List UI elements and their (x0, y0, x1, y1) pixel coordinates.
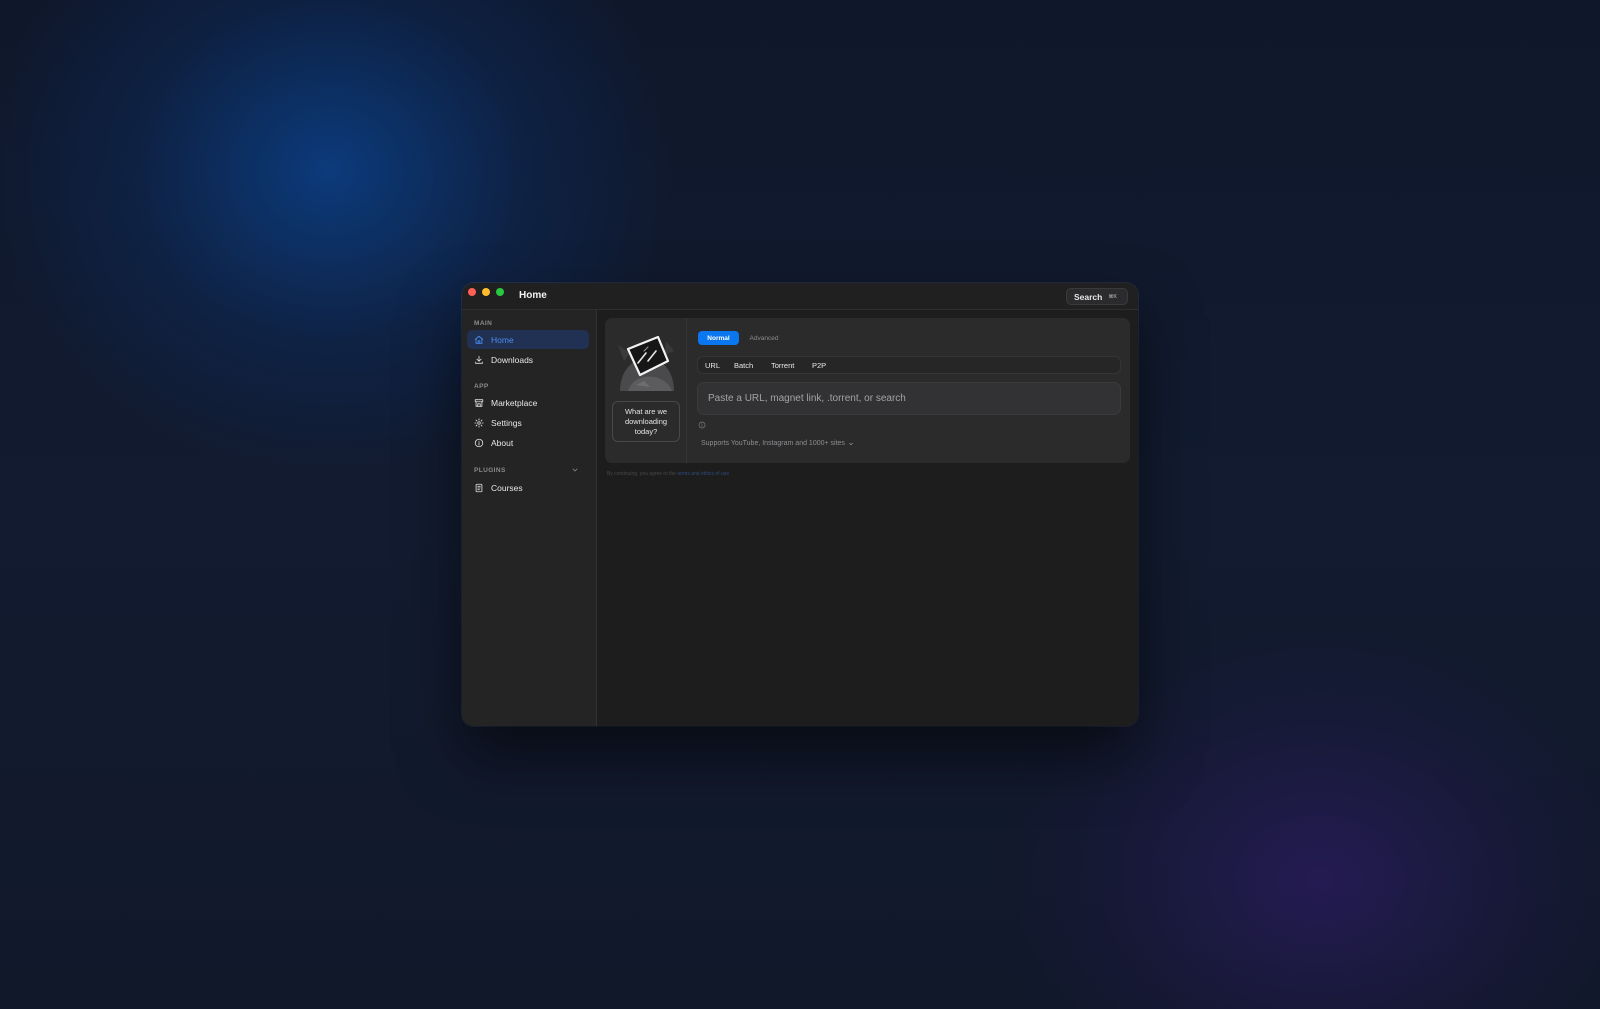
store-icon (474, 398, 484, 407)
search-shortcut-hint: ⌘K (1108, 293, 1117, 300)
title-bar: Home Search ⌘K (462, 283, 1138, 310)
app-window: Home Search ⌘K MAIN Home Downloads APP M… (462, 283, 1138, 726)
sidebar-item-courses[interactable]: Courses (467, 478, 589, 497)
gear-icon (474, 417, 484, 428)
tab-torrent[interactable]: Torrent (771, 361, 794, 370)
mode-normal-button[interactable]: Normal (698, 331, 739, 345)
url-input[interactable] (697, 382, 1121, 415)
mascot-illustration (614, 331, 678, 395)
tab-batch[interactable]: Batch (734, 361, 753, 370)
sidebar-item-label: Home (491, 334, 514, 345)
terms-notice-text: By continuing, you agree to the (607, 471, 676, 477)
window-title: Home (519, 290, 547, 301)
minimize-window-button[interactable] (482, 288, 490, 296)
chevron-down-icon (849, 442, 853, 445)
main-content: What are we downloading today? Normal Ad… (597, 310, 1138, 726)
tab-url[interactable]: URL (705, 361, 720, 370)
search-button[interactable]: Search ⌘K (1066, 288, 1128, 305)
sidebar-section-app: APP (474, 383, 489, 390)
close-window-button[interactable] (468, 288, 476, 296)
sidebar-item-label: Marketplace (491, 397, 538, 408)
book-icon (475, 483, 483, 492)
sidebar-item-home[interactable]: Home (467, 330, 589, 349)
mascot-column: What are we downloading today? (605, 318, 687, 463)
tab-p2p[interactable]: P2P (812, 361, 826, 370)
sidebar-section-plugins: PLUGINS (474, 467, 506, 474)
sidebar-item-label: Downloads (491, 354, 534, 365)
home-icon (474, 335, 484, 344)
sidebar-section-main: MAIN (474, 320, 493, 327)
sidebar-item-marketplace[interactable]: Marketplace (467, 393, 589, 412)
sidebar: MAIN Home Downloads APP Marketplace Sett… (462, 310, 597, 726)
source-tabs: URL Batch Torrent P2P (697, 356, 1121, 374)
chevron-down-icon[interactable] (571, 466, 579, 474)
download-card: What are we downloading today? Normal Ad… (605, 318, 1130, 463)
terms-notice: By continuing, you agree to the terms an… (607, 471, 729, 477)
info-icon (474, 438, 484, 447)
sidebar-item-label: Courses (491, 482, 523, 493)
sidebar-item-about[interactable]: About (467, 433, 589, 452)
supported-sites-text: Supports YouTube, Instagram and 1000+ si… (701, 440, 845, 447)
supported-sites-toggle[interactable]: Supports YouTube, Instagram and 1000+ si… (701, 440, 854, 447)
sidebar-item-label: About (491, 437, 514, 448)
search-button-label: Search (1074, 291, 1103, 302)
mascot-speech-bubble: What are we downloading today? (612, 401, 680, 442)
maximize-window-button[interactable] (496, 288, 504, 296)
mode-advanced-button[interactable]: Advanced (743, 331, 785, 345)
sidebar-item-label: Settings (491, 417, 522, 428)
sidebar-item-downloads[interactable]: Downloads (467, 350, 589, 369)
download-icon (475, 355, 483, 364)
sidebar-item-settings[interactable]: Settings (467, 413, 589, 432)
info-icon[interactable] (698, 421, 706, 429)
terms-link[interactable]: terms and ethics of use (677, 471, 729, 477)
